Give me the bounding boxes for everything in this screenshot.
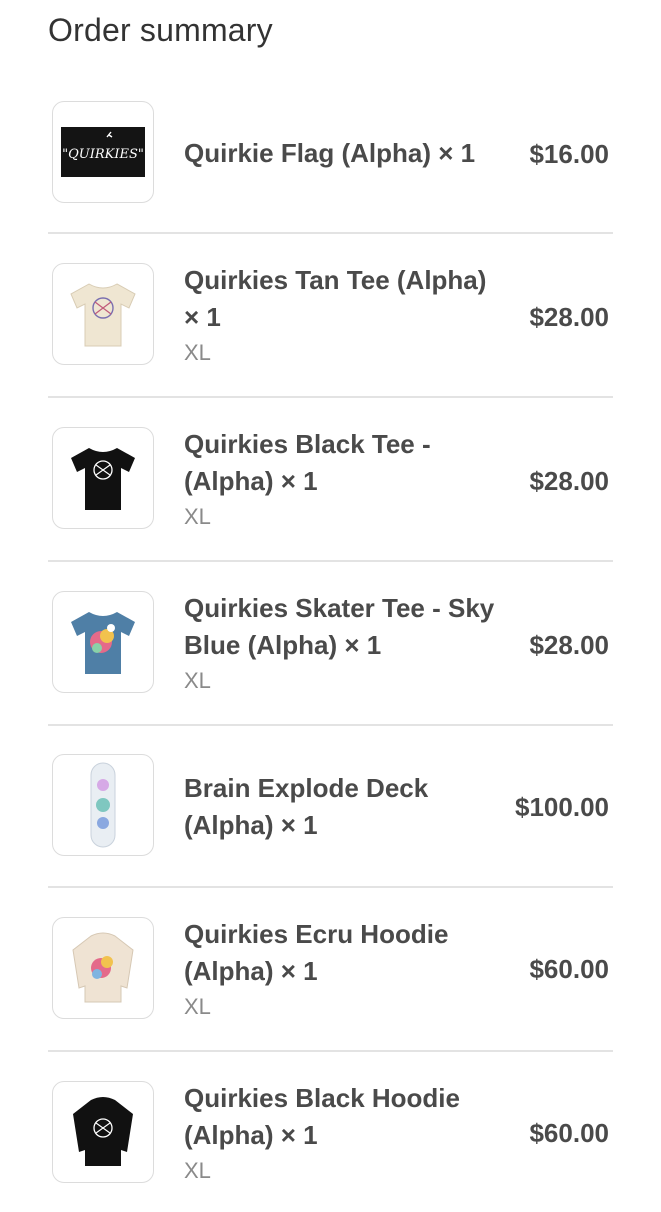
list-item: Quirkies Tan Tee (Alpha) × 1 XL $28.00: [48, 234, 613, 398]
item-price: $60.00: [529, 954, 609, 984]
item-price: $28.00: [529, 630, 609, 660]
tshirt-icon: [71, 612, 135, 674]
page-title: Order summary: [48, 12, 273, 48]
product-thumbnail: [52, 263, 154, 365]
item-variant: XL: [184, 340, 211, 365]
item-info: Quirkie Flag (Alpha) × 1: [184, 135, 504, 172]
skateboard-deck-icon: [90, 762, 116, 848]
item-variant: XL: [184, 668, 211, 693]
item-info: Brain Explode Deck (Alpha) × 1: [184, 770, 504, 844]
product-thumbnail: [52, 427, 154, 529]
tshirt-icon: [71, 448, 135, 510]
tshirt-icon: [70, 283, 136, 347]
product-thumbnail: "QUIRKIES": [52, 101, 154, 203]
item-name: Brain Explode Deck (Alpha) × 1: [184, 773, 429, 840]
flag-image-icon: "QUIRKIES": [61, 127, 145, 177]
item-variant: XL: [184, 994, 211, 1019]
item-name: Quirkies Tan Tee (Alpha) × 1: [184, 265, 487, 332]
item-name: Quirkies Black Tee - (Alpha) × 1: [184, 429, 431, 496]
item-info: Quirkies Black Hoodie (Alpha) × 1 XL: [184, 1080, 504, 1188]
hoodie-icon: [73, 1097, 133, 1166]
item-name: Quirkies Black Hoodie (Alpha) × 1: [184, 1083, 460, 1150]
item-variant: XL: [184, 504, 211, 529]
list-item: Quirkies Black Hoodie (Alpha) × 1 XL $60…: [48, 1052, 613, 1212]
list-item: "QUIRKIES" Quirkie Flag (Alpha) × 1 $16.…: [48, 70, 613, 234]
product-thumbnail: [52, 591, 154, 693]
list-item: Quirkies Black Tee - (Alpha) × 1 XL $28.…: [48, 398, 613, 562]
item-info: Quirkies Skater Tee - Sky Blue (Alpha) ×…: [184, 590, 504, 698]
product-thumbnail: [52, 917, 154, 1019]
item-name: Quirkies Ecru Hoodie (Alpha) × 1: [184, 919, 449, 986]
item-name: Quirkies Skater Tee - Sky Blue (Alpha) ×…: [184, 593, 495, 660]
product-thumbnail: [52, 1081, 154, 1183]
item-price: $16.00: [529, 139, 609, 169]
item-info: Quirkies Ecru Hoodie (Alpha) × 1 XL: [184, 916, 504, 1024]
item-price: $60.00: [529, 1118, 609, 1148]
product-thumbnail: [52, 754, 154, 856]
item-info: Quirkies Black Tee - (Alpha) × 1 XL: [184, 426, 504, 534]
flag-brand-text: "QUIRKIES": [62, 147, 144, 162]
hoodie-icon: [72, 932, 134, 1003]
order-items-list: "QUIRKIES" Quirkie Flag (Alpha) × 1 $16.…: [48, 70, 613, 1212]
list-item: Brain Explode Deck (Alpha) × 1 $100.00: [48, 726, 613, 888]
item-price: $28.00: [529, 302, 609, 332]
item-variant: XL: [184, 1158, 211, 1183]
list-item: Quirkies Skater Tee - Sky Blue (Alpha) ×…: [48, 562, 613, 726]
item-info: Quirkies Tan Tee (Alpha) × 1 XL: [184, 262, 504, 370]
item-name: Quirkie Flag (Alpha) × 1: [184, 138, 476, 168]
item-price: $100.00: [515, 792, 609, 822]
list-item: Quirkies Ecru Hoodie (Alpha) × 1 XL $60.…: [48, 888, 613, 1052]
item-price: $28.00: [529, 466, 609, 496]
